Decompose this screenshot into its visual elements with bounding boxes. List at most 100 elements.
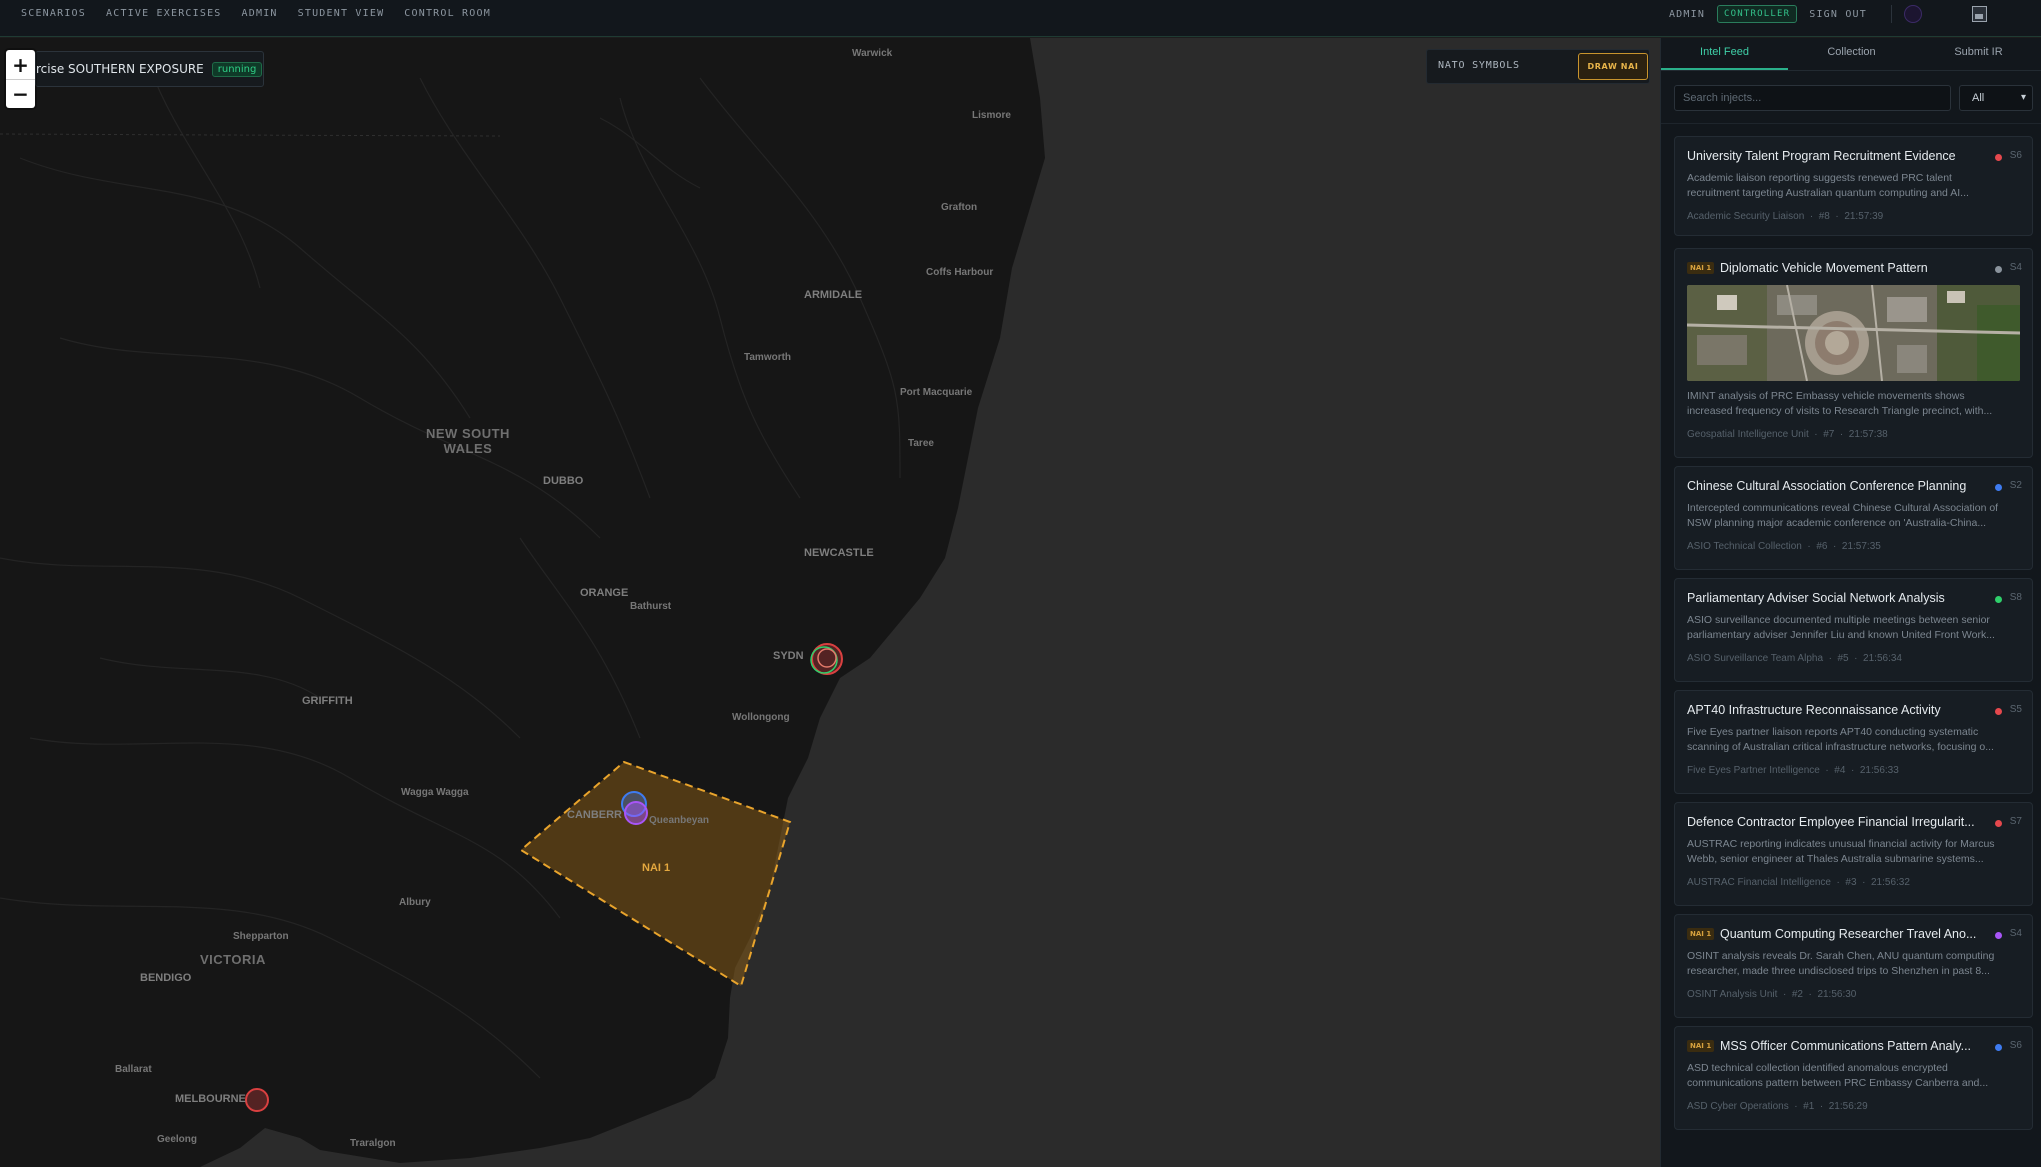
main-nav: SCENARIOS ACTIVE EXERCISES ADMIN STUDENT… bbox=[21, 0, 511, 27]
top-nav-bar: SCENARIOS ACTIVE EXERCISES ADMIN STUDENT… bbox=[0, 0, 2041, 37]
severity-label: S6 bbox=[2009, 1040, 2022, 1051]
status-badge: running bbox=[211, 61, 263, 77]
map-label-armidale: ARMIDALE bbox=[804, 289, 863, 301]
map-label-wollongong: Wollongong bbox=[732, 712, 790, 723]
inject-meta: Academic Security Liaison · #8 · 21:57:3… bbox=[1687, 211, 1884, 222]
map-label-ballarat: Ballarat bbox=[115, 1064, 152, 1075]
map-label-bathurst: Bathurst bbox=[630, 601, 672, 612]
tab-collection[interactable]: Collection bbox=[1788, 38, 1915, 70]
inject-time: 21:56:32 bbox=[1870, 877, 1910, 888]
nato-symbols-toggle[interactable]: NATO SYMBOLS bbox=[1438, 60, 1520, 71]
tab-submit-ir[interactable]: Submit IR bbox=[1915, 38, 2041, 70]
marker-canberra[interactable] bbox=[621, 791, 648, 825]
inject-description: ASIO surveillance documented multiple me… bbox=[1687, 613, 2022, 643]
map-label-melbourne: MELBOURNE bbox=[175, 1093, 246, 1105]
nato-symbols-panel: NATO SYMBOLS DRAW NAI bbox=[1426, 49, 1650, 84]
inject-meta: ASIO Technical Collection · #6 · 21:57:3… bbox=[1687, 541, 1881, 552]
inject-card[interactable]: NAI 1 MSS Officer Communications Pattern… bbox=[1674, 1026, 2033, 1130]
inject-number: #4 bbox=[1834, 765, 1846, 776]
inject-description: ASD technical collection identified anom… bbox=[1687, 1061, 2022, 1091]
inject-title: MSS Officer Communications Pattern Analy… bbox=[1720, 1039, 1972, 1053]
search-input[interactable]: Search injects... bbox=[1674, 85, 1951, 111]
nav-control-room[interactable]: CONTROL ROOM bbox=[404, 8, 491, 19]
map-label-queanbeyan: Queanbeyan bbox=[649, 815, 710, 826]
inject-title: APT40 Infrastructure Reconnaissance Acti… bbox=[1687, 703, 1941, 717]
map-label-taree: Taree bbox=[908, 438, 934, 449]
desc-line: Five Eyes partner liaison reports APT40 … bbox=[1687, 726, 1979, 738]
desc-line: AUSTRAC reporting indicates unusual fina… bbox=[1687, 838, 1995, 850]
inject-source: Geospatial Intelligence Unit bbox=[1687, 429, 1809, 440]
nai-badge: NAI 1 bbox=[1687, 262, 1715, 274]
marker-sydney[interactable] bbox=[810, 643, 843, 675]
inject-card[interactable]: NAI 1 Diplomatic Vehicle Movement Patter… bbox=[1674, 248, 2033, 458]
map-label-orange: ORANGE bbox=[580, 587, 629, 599]
avatar[interactable] bbox=[1904, 5, 1922, 23]
desc-line: researcher, made three undisclosed trips… bbox=[1687, 965, 1990, 977]
map-label-dubbo: DUBBO bbox=[543, 475, 584, 487]
severity-label: S8 bbox=[2009, 592, 2022, 603]
desc-line: ASIO surveillance documented multiple me… bbox=[1687, 614, 1990, 626]
imint-image[interactable] bbox=[1687, 285, 2020, 381]
inject-source: AUSTRAC Financial Intelligence bbox=[1687, 877, 1831, 888]
desc-line: increased frequency of visits to Researc… bbox=[1687, 405, 1993, 417]
inject-card[interactable]: APT40 Infrastructure Reconnaissance Acti… bbox=[1674, 690, 2033, 794]
inject-card[interactable]: University Talent Program Recruitment Ev… bbox=[1674, 136, 2033, 236]
map-label-victoria: VICTORIA bbox=[200, 952, 266, 967]
inject-title: Quantum Computing Researcher Travel Ano.… bbox=[1720, 927, 1977, 941]
inject-meta: Five Eyes Partner Intelligence · #4 · 21… bbox=[1687, 765, 1899, 776]
mode-badge[interactable]: CONTROLLER bbox=[1717, 5, 1798, 23]
inject-meta: AUSTRAC Financial Intelligence · #3 · 21… bbox=[1687, 877, 1910, 888]
inject-card[interactable]: Defence Contractor Employee Financial Ir… bbox=[1674, 802, 2033, 906]
draw-nai-button[interactable]: DRAW NAI bbox=[1578, 53, 1648, 80]
severity-dot bbox=[1995, 820, 2002, 827]
zoom-in-button[interactable]: + bbox=[6, 50, 35, 79]
inject-number: #2 bbox=[1791, 989, 1803, 1000]
map-label-griffith: GRIFFITH bbox=[302, 695, 353, 707]
inject-description: Academic liaison reporting suggests rene… bbox=[1687, 171, 2022, 201]
map-canvas[interactable] bbox=[0, 38, 1660, 1167]
inject-description: AUSTRAC reporting indicates unusual fina… bbox=[1687, 837, 2022, 867]
desc-line: Intercepted communications reveal Chines… bbox=[1687, 502, 1999, 514]
map-label-albury: Albury bbox=[399, 897, 431, 908]
map-view[interactable]: Warwick Lismore Grafton Coffs Harbour AR… bbox=[0, 38, 1660, 1167]
severity-dot bbox=[1995, 154, 2002, 161]
nav-scenarios[interactable]: SCENARIOS bbox=[21, 8, 86, 19]
sign-out-link[interactable]: SIGN OUT bbox=[1809, 9, 1867, 20]
nai-label: NAI 1 bbox=[642, 862, 671, 874]
nav-admin[interactable]: ADMIN bbox=[242, 8, 278, 19]
inject-time: 21:57:38 bbox=[1848, 429, 1888, 440]
inject-description: Five Eyes partner liaison reports APT40 … bbox=[1687, 725, 2022, 755]
inject-number: #7 bbox=[1823, 429, 1835, 440]
inject-card[interactable]: Parliamentary Adviser Social Network Ana… bbox=[1674, 578, 2033, 682]
broken-image-icon bbox=[1972, 6, 1987, 22]
inject-meta: OSINT Analysis Unit · #2 · 21:56:30 bbox=[1687, 989, 1857, 1000]
inject-title: University Talent Program Recruitment Ev… bbox=[1687, 149, 1956, 163]
inject-card[interactable]: Chinese Cultural Association Conference … bbox=[1674, 466, 2033, 570]
severity-dot bbox=[1995, 596, 2002, 603]
inject-number: #1 bbox=[1803, 1101, 1815, 1112]
nai-badge: NAI 1 bbox=[1687, 1040, 1715, 1052]
inject-source: Five Eyes Partner Intelligence bbox=[1687, 765, 1820, 776]
user-area: ADMIN CONTROLLER SIGN OUT bbox=[1669, 4, 1987, 24]
inject-title: Chinese Cultural Association Conference … bbox=[1687, 479, 1967, 493]
map-label-newcastle: NEWCASTLE bbox=[804, 547, 874, 559]
severity-label: S5 bbox=[2009, 704, 2022, 715]
inject-card[interactable]: NAI 1 Quantum Computing Researcher Trave… bbox=[1674, 914, 2033, 1018]
marker-melbourne[interactable] bbox=[245, 1088, 269, 1112]
inject-time: 21:56:29 bbox=[1828, 1101, 1868, 1112]
desc-line: recruitment targeting Australian quantum… bbox=[1687, 187, 1969, 199]
exercise-name: rcise SOUTHERN EXPOSURE bbox=[36, 62, 204, 76]
map-label-wagga-wagga: Wagga Wagga bbox=[401, 787, 469, 798]
map-label-canberra: CANBERR bbox=[567, 809, 622, 821]
inject-title: Diplomatic Vehicle Movement Pattern bbox=[1720, 261, 1928, 275]
map-label-shepparton: Shepparton bbox=[233, 931, 289, 942]
tab-intel-feed[interactable]: Intel Feed bbox=[1661, 38, 1788, 70]
filter-select[interactable]: All ▾ bbox=[1959, 85, 2033, 111]
severity-label: S4 bbox=[2009, 928, 2022, 939]
land-area bbox=[0, 38, 1045, 1167]
desc-line: ASD technical collection identified anom… bbox=[1687, 1062, 1948, 1074]
zoom-out-button[interactable]: − bbox=[6, 79, 35, 108]
nav-active-exercises[interactable]: ACTIVE EXERCISES bbox=[106, 8, 222, 19]
nav-student-view[interactable]: STUDENT VIEW bbox=[298, 8, 385, 19]
severity-dot bbox=[1995, 1044, 2002, 1051]
